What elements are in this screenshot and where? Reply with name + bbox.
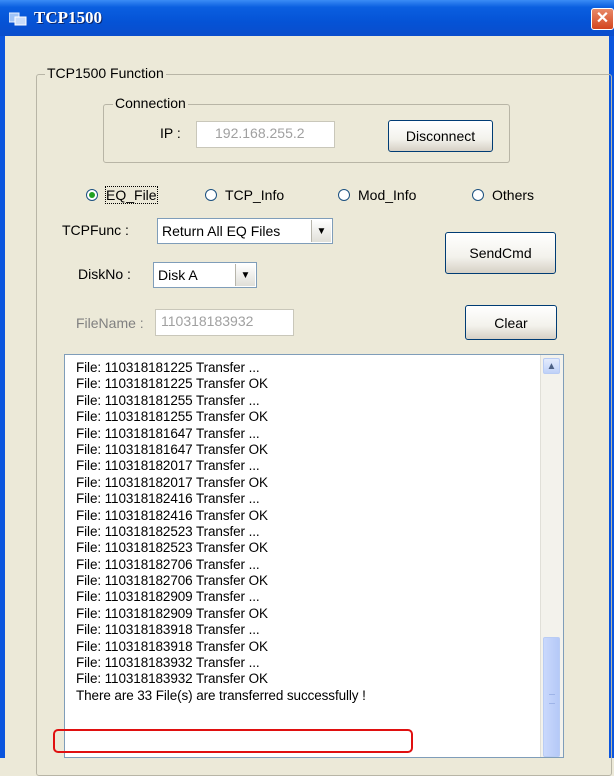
radio-others[interactable]: Others: [472, 187, 534, 203]
clear-button[interactable]: Clear: [465, 305, 557, 340]
log-line: File: 110318182909 Transfer OK: [76, 605, 268, 621]
radio-tcp-info[interactable]: TCP_Info: [205, 187, 284, 203]
log-line: File: 110318181255 Transfer ...: [76, 392, 260, 408]
tcpfunc-select[interactable]: Return All EQ Files ▼: [157, 218, 333, 244]
log-line: File: 110318182706 Transfer ...: [76, 556, 260, 572]
ip-field[interactable]: 192.168.255.2: [196, 121, 335, 148]
log-line: File: 110318181225 Transfer ...: [76, 360, 260, 375]
close-icon: ✕: [595, 10, 610, 27]
filename-label: FileName :: [76, 315, 144, 331]
log-line: File: 110318181647 Transfer OK: [76, 441, 268, 457]
log-line: File: 110318181647 Transfer ...: [76, 425, 260, 441]
log-line: File: 110318182909 Transfer ...: [76, 589, 260, 605]
diskno-select[interactable]: Disk A ▼: [153, 262, 257, 288]
radio-mod-info-label: Mod_Info: [358, 187, 417, 203]
log-line: File: 110318181225 Transfer OK: [76, 376, 268, 392]
filename-field[interactable]: 110318183932: [155, 309, 294, 336]
transfer-log-lines: File: 110318181225 Transfer ... File: 110…: [76, 360, 536, 704]
log-line: File: 110318182017 Transfer ...: [76, 458, 260, 474]
title-bar[interactable]: TCP1500 ✕: [0, 0, 614, 36]
success-message-highlight: [53, 729, 413, 753]
dropdown-arrow-icon[interactable]: ▼: [235, 264, 255, 286]
radio-others-label: Others: [492, 187, 535, 203]
log-line: File: 110318183918 Transfer OK: [76, 638, 268, 654]
success-message: There are 33 File(s) are transferred suc…: [76, 687, 366, 703]
disconnect-button[interactable]: Disconnect: [388, 120, 493, 152]
connection-group-legend: Connection: [113, 95, 188, 111]
app-window-icon: [9, 12, 27, 26]
ip-label: IP :: [160, 125, 181, 141]
transfer-log-list[interactable]: File: 110318181225 Transfer ... File: 110…: [64, 354, 564, 758]
scrollbar-grip: [549, 694, 555, 704]
log-line: File: 110318182416 Transfer OK: [76, 507, 268, 523]
diskno-label: DiskNo :: [78, 266, 131, 282]
window-border-left: [0, 36, 5, 758]
function-group-legend: TCP1500 Function: [45, 65, 166, 81]
radio-eq-file[interactable]: EQ_File: [86, 186, 158, 204]
close-button[interactable]: ✕: [591, 8, 614, 30]
dropdown-arrow-icon[interactable]: ▼: [311, 220, 331, 242]
log-line: File: 110318182706 Transfer OK: [76, 573, 268, 589]
scrollbar-thumb[interactable]: [543, 637, 560, 757]
log-scrollbar[interactable]: ▲: [540, 355, 563, 757]
radio-mod-info[interactable]: Mod_Info: [338, 187, 416, 203]
log-line: File: 110318182523 Transfer ...: [76, 523, 260, 539]
log-line: File: 110318182523 Transfer OK: [76, 540, 268, 556]
radio-eq-file-dot: [86, 189, 98, 201]
radio-tcp-info-dot: [205, 189, 217, 201]
log-line: File: 110318183932 Transfer OK: [76, 671, 268, 687]
log-line: File: 110318181255 Transfer OK: [76, 409, 268, 425]
tcpfunc-label: TCPFunc :: [62, 222, 129, 238]
radio-mod-info-dot: [338, 189, 350, 201]
log-line: File: 110318182017 Transfer OK: [76, 474, 268, 490]
diskno-value: Disk A: [158, 267, 198, 283]
radio-eq-file-label: EQ_File: [105, 186, 158, 204]
log-line: File: 110318183932 Transfer ...: [76, 655, 260, 671]
tcpfunc-value: Return All EQ Files: [162, 223, 281, 239]
radio-others-dot: [472, 189, 484, 201]
window-title: TCP1500: [34, 8, 102, 27]
scroll-up-arrow-icon[interactable]: ▲: [543, 358, 560, 374]
log-line: File: 110318183918 Transfer ...: [76, 622, 260, 638]
log-line: File: 110318182416 Transfer ...: [76, 491, 260, 507]
radio-tcp-info-label: TCP_Info: [225, 187, 285, 203]
sendcmd-button[interactable]: SendCmd: [445, 232, 556, 274]
